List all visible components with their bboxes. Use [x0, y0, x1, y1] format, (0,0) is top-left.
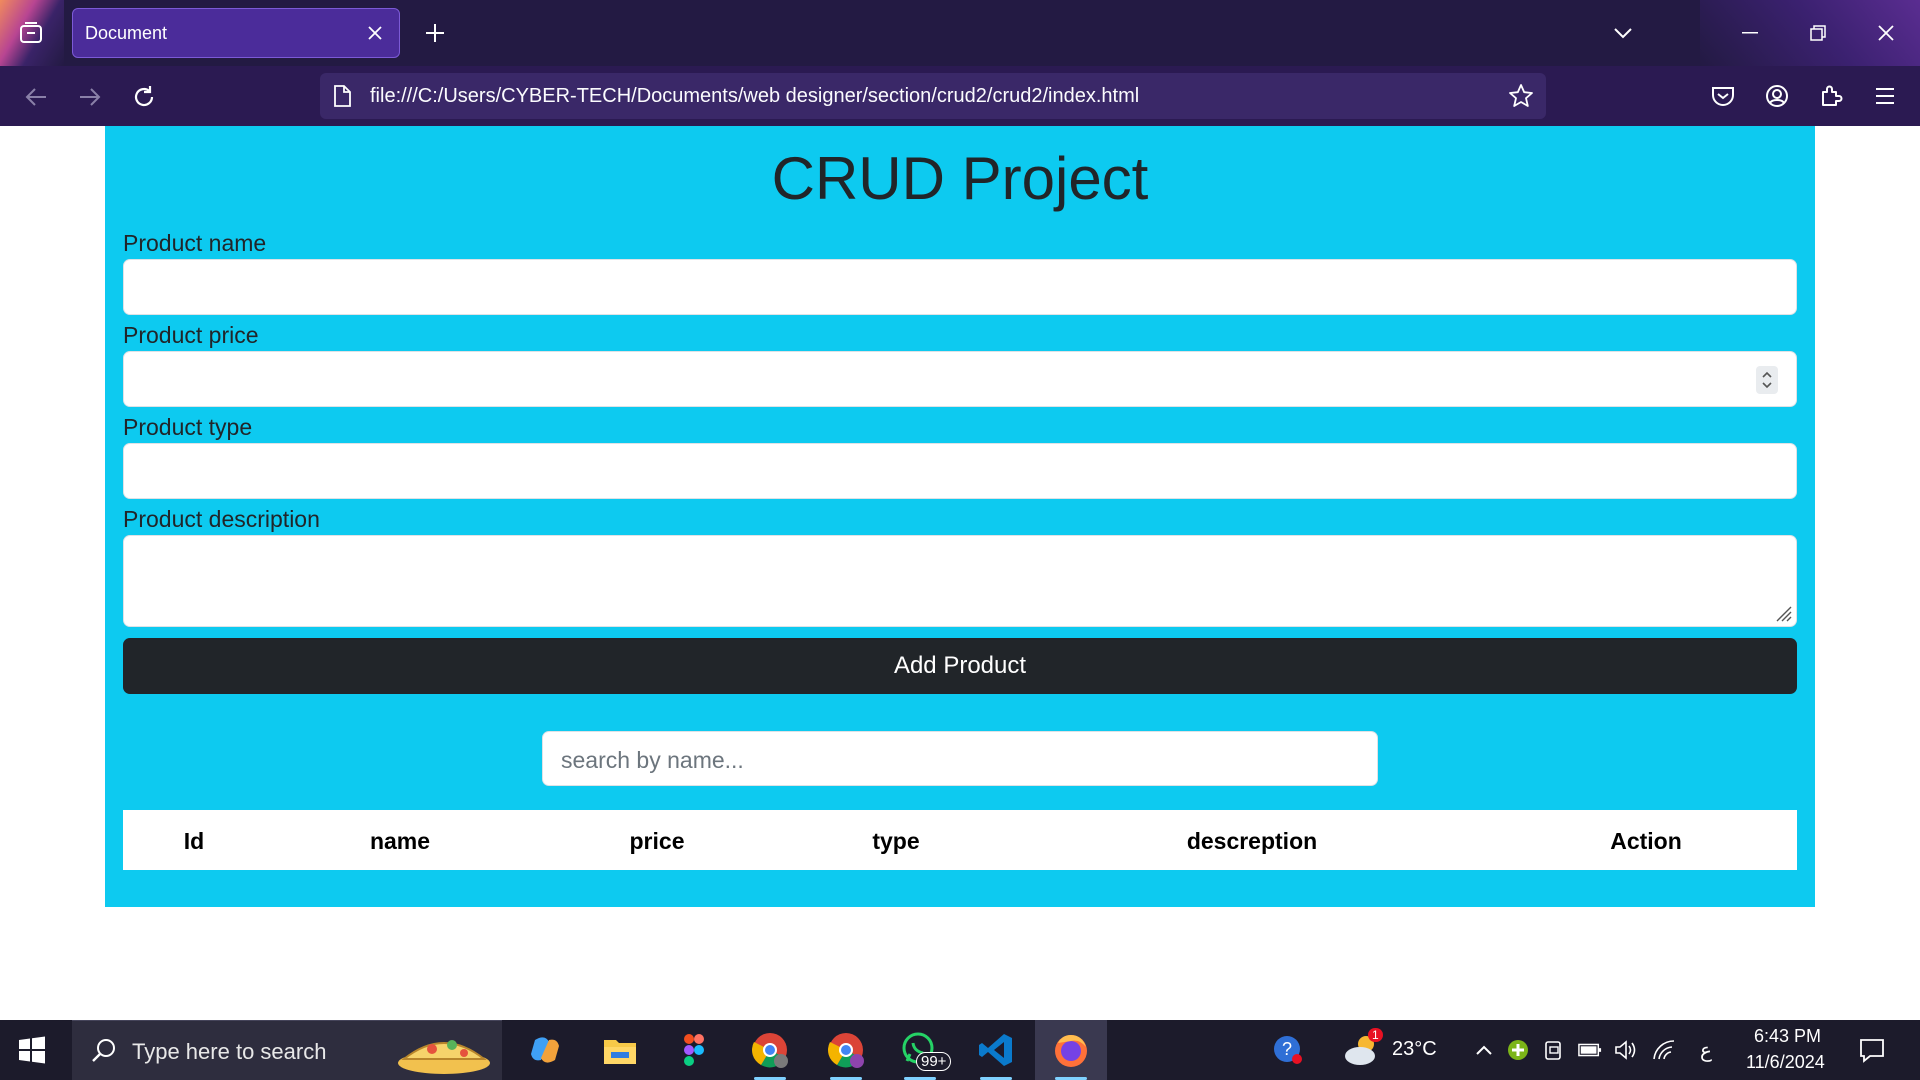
- chevron-down-icon[interactable]: [1608, 20, 1638, 46]
- whatsapp-badge: 99+: [916, 1052, 952, 1071]
- column-header-description: descreption: [1186, 828, 1318, 854]
- copilot-icon[interactable]: [525, 1030, 565, 1070]
- add-product-button[interactable]: Add Product: [123, 638, 1797, 694]
- vscode-icon[interactable]: [976, 1030, 1016, 1080]
- restore-button[interactable]: [1784, 0, 1852, 66]
- product-price-input[interactable]: [123, 351, 1797, 407]
- figma-icon[interactable]: [674, 1030, 714, 1070]
- input-language-indicator[interactable]: ع: [1700, 1038, 1712, 1063]
- page-viewport: CRUD Project Product name Product price …: [0, 126, 1920, 1020]
- help-icon[interactable]: ?: [1272, 1034, 1304, 1066]
- product-price-label: Product price: [123, 322, 259, 348]
- menu-icon[interactable]: [1870, 81, 1900, 111]
- product-name-label: Product name: [123, 230, 267, 256]
- page-title: CRUD Project: [771, 145, 1149, 212]
- windows-taskbar: Type here to search 99+ ? 1 23°C ع 6:43 …: [0, 1020, 1920, 1080]
- extensions-icon[interactable]: [1816, 81, 1846, 111]
- number-spinner-icon[interactable]: [1756, 366, 1778, 394]
- forward-icon[interactable]: [72, 79, 108, 115]
- column-header-id: Id: [183, 828, 205, 854]
- volume-icon[interactable]: [1614, 1038, 1638, 1062]
- search-input[interactable]: search by name...: [542, 731, 1378, 786]
- url-text: file:///C:/Users/CYBER-TECH/Documents/we…: [370, 85, 1140, 107]
- product-description-textarea[interactable]: [123, 535, 1797, 627]
- file-explorer-icon[interactable]: [600, 1030, 640, 1070]
- resize-grip-icon[interactable]: [1774, 604, 1792, 622]
- minimize-button[interactable]: [1716, 0, 1784, 66]
- products-table-header: Id name price type descreption Action: [123, 810, 1797, 870]
- browser-tab[interactable]: Document: [72, 8, 400, 58]
- column-header-action: Action: [1610, 828, 1682, 854]
- close-window-button[interactable]: [1852, 0, 1920, 66]
- clock-date[interactable]: 11/6/2024: [1746, 1052, 1825, 1073]
- reload-icon[interactable]: [126, 79, 162, 115]
- page-icon: [334, 85, 351, 107]
- weather-badge: 1: [1368, 1028, 1383, 1042]
- column-header-price: price: [629, 828, 685, 854]
- windows-start-icon[interactable]: [18, 1036, 46, 1064]
- plus-app-icon[interactable]: [1506, 1038, 1530, 1062]
- browser-navbar: file:///C:/Users/CYBER-TECH/Documents/we…: [0, 66, 1920, 126]
- notifications-icon[interactable]: [1858, 1036, 1886, 1064]
- taskbar-search-box[interactable]: Type here to search: [72, 1020, 502, 1080]
- taskbar-search-placeholder: Type here to search: [132, 1039, 327, 1064]
- crud-container: CRUD Project Product name Product price …: [105, 126, 1815, 907]
- wifi-icon[interactable]: [1652, 1038, 1676, 1062]
- tab-groups-icon[interactable]: [14, 17, 48, 49]
- chrome-profile-1-icon[interactable]: [750, 1030, 790, 1080]
- firefox-icon[interactable]: [1051, 1030, 1091, 1080]
- meet-now-icon[interactable]: [1542, 1038, 1566, 1062]
- column-header-name: name: [369, 828, 431, 854]
- chrome-profile-2-icon[interactable]: [826, 1030, 866, 1080]
- account-icon[interactable]: [1762, 81, 1792, 111]
- column-header-type: type: [872, 828, 920, 854]
- weather-cloud-icon[interactable]: 1: [1342, 1028, 1383, 1068]
- product-name-input[interactable]: [123, 259, 1797, 315]
- back-icon[interactable]: [18, 79, 54, 115]
- battery-icon[interactable]: [1578, 1038, 1602, 1062]
- product-type-label: Product type: [123, 414, 253, 440]
- product-type-input[interactable]: [123, 443, 1797, 499]
- address-bar[interactable]: file:///C:/Users/CYBER-TECH/Documents/we…: [320, 73, 1546, 119]
- tab-title: Document: [85, 23, 168, 43]
- whatsapp-icon[interactable]: 99+: [900, 1030, 952, 1080]
- temperature-text: 23°C: [1392, 1038, 1437, 1060]
- svg-text:?: ?: [1282, 1039, 1292, 1059]
- product-description-label: Product description: [123, 506, 320, 532]
- chevron-up-icon[interactable]: [1472, 1038, 1496, 1062]
- close-tab-icon[interactable]: [365, 23, 385, 43]
- browser-titlebar: Document: [0, 0, 1920, 66]
- bookmark-star-icon[interactable]: [1508, 83, 1534, 109]
- search-placeholder: search by name...: [561, 747, 744, 773]
- pocket-icon[interactable]: [1708, 81, 1738, 111]
- search-icon: [92, 1039, 115, 1062]
- new-tab-button[interactable]: [420, 18, 450, 48]
- clock-time[interactable]: 6:43 PM: [1754, 1026, 1821, 1047]
- search-highlight-image: [398, 1040, 490, 1074]
